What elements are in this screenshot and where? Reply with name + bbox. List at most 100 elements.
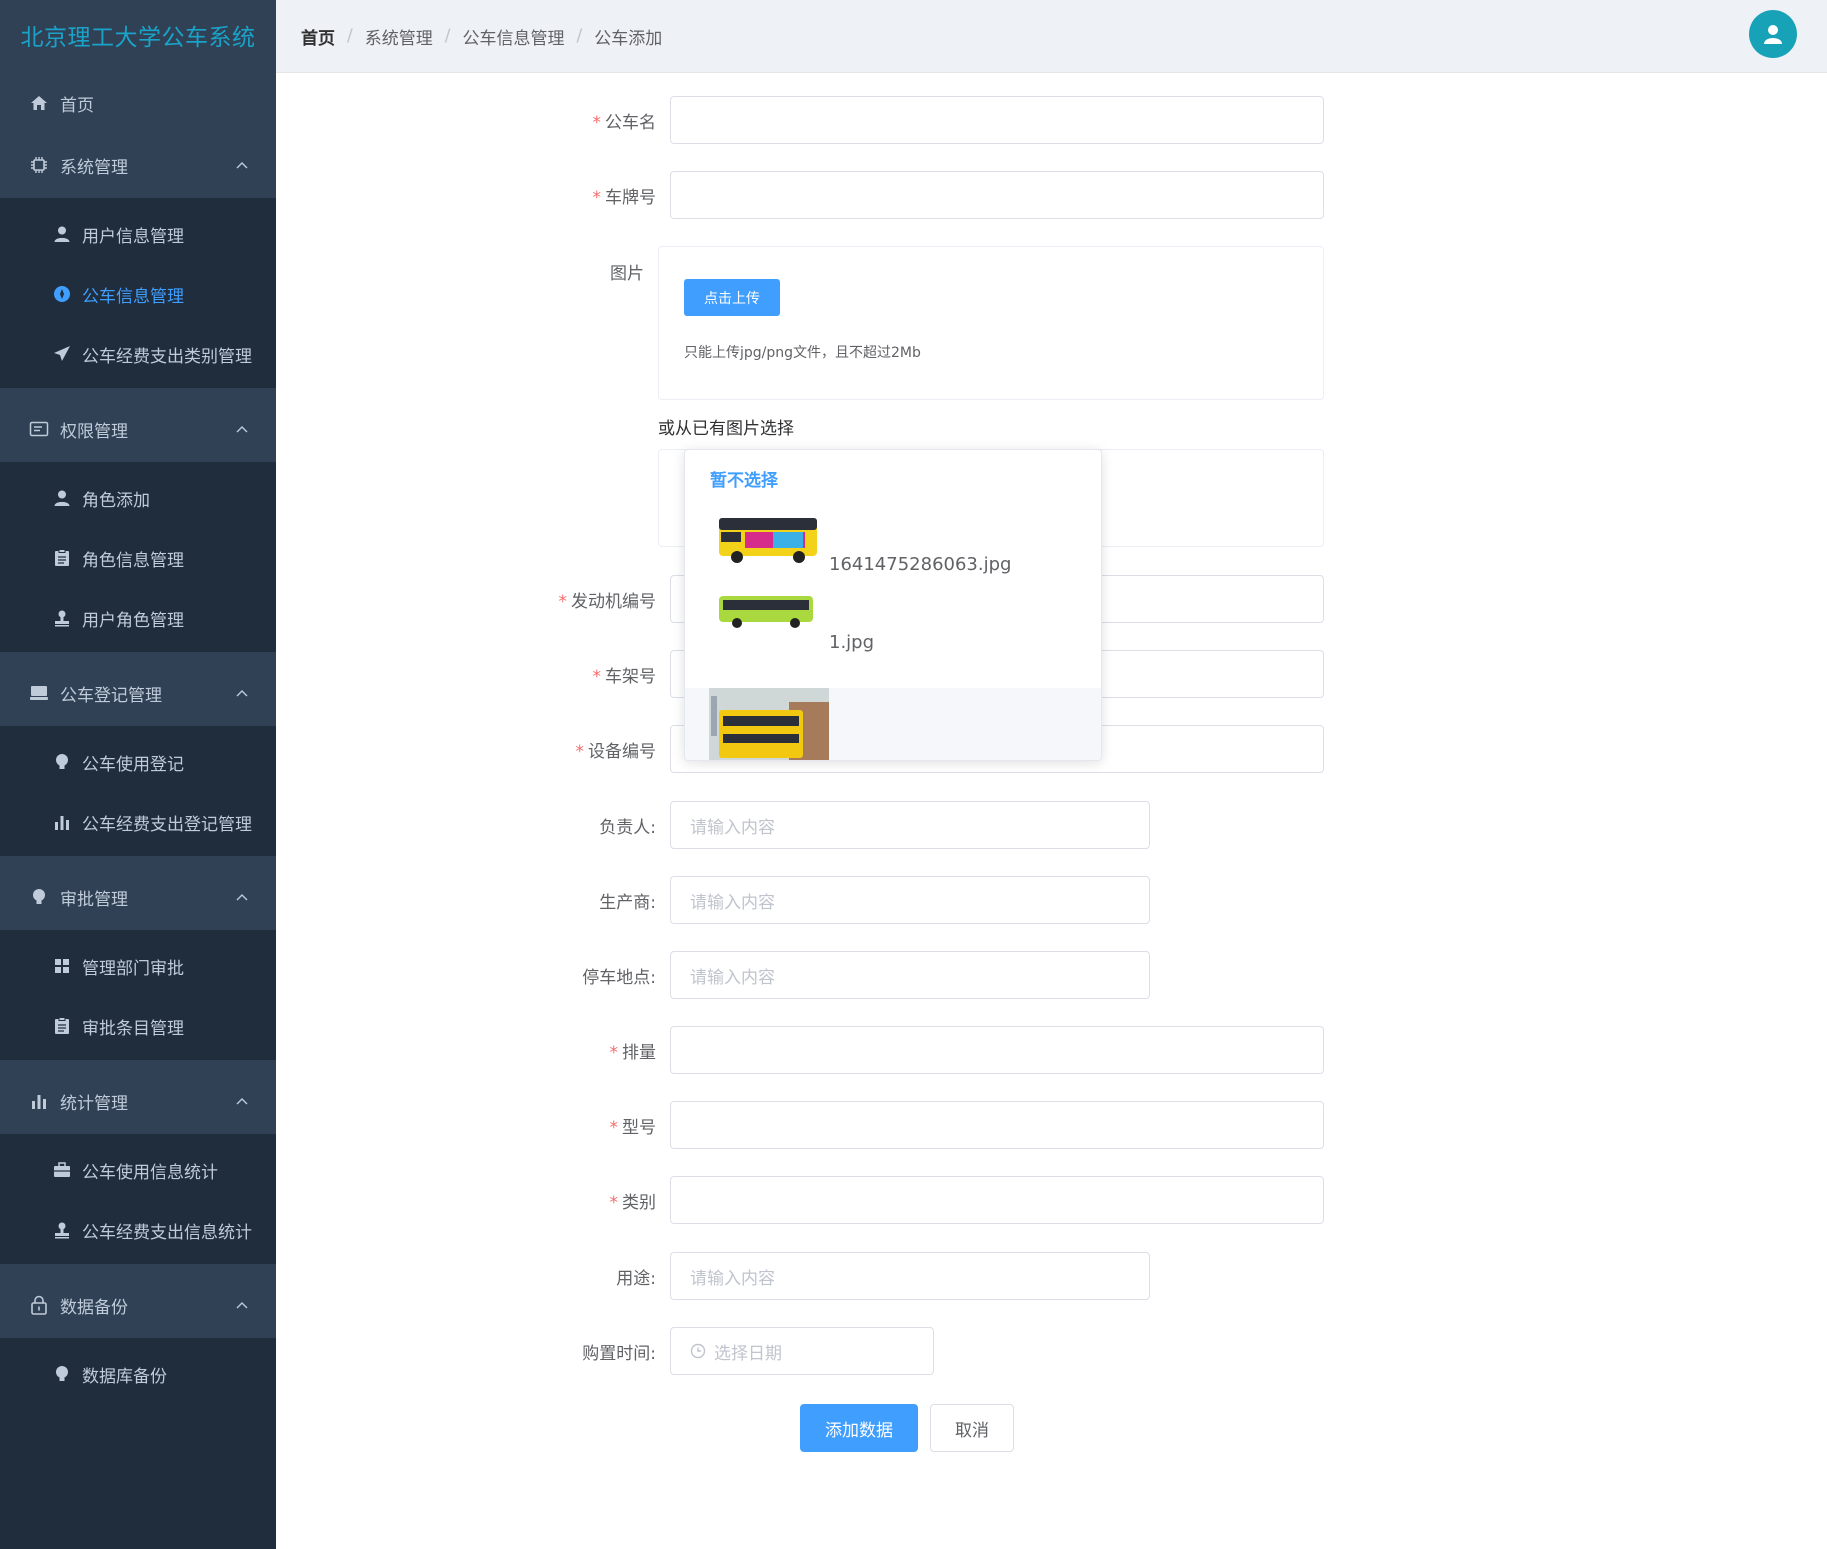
sidebar: 北京理工大学公车系统 首页 系统管理 用户信息管理 公车信息管理 公车经费支出类… — [0, 0, 276, 1549]
category-input[interactable] — [670, 1176, 1324, 1224]
sidebar-item-label: 审批条目管理 — [82, 1018, 184, 1039]
sidebar-item-label: 角色信息管理 — [82, 550, 184, 571]
user-icon — [52, 488, 72, 508]
stamp-icon — [52, 1220, 72, 1240]
sidebar-item-label: 角色添加 — [82, 490, 150, 511]
breadcrumb-separator: / — [347, 26, 353, 46]
device-label: * 设备编号 — [575, 742, 657, 762]
avatar[interactable] — [1749, 10, 1797, 58]
model-input[interactable] — [670, 1101, 1324, 1149]
sidebar-group-permission[interactable]: 权限管理 — [0, 396, 276, 462]
stamp-icon — [52, 608, 72, 628]
owner-input[interactable]: 请输入内容 — [670, 801, 1150, 849]
purchase-date-picker[interactable]: 选择日期 — [670, 1327, 934, 1375]
sidebar-item-label: 公车使用信息统计 — [82, 1162, 218, 1183]
grid-icon — [52, 956, 72, 976]
engine-label: * 发动机编号 — [558, 592, 657, 612]
image-option[interactable] — [685, 688, 1101, 760]
sidebar-item-label: 管理部门审批 — [82, 958, 184, 979]
maker-label: 生产商: — [599, 893, 656, 913]
parking-label: 停车地点: — [582, 968, 656, 988]
tickets-icon — [28, 418, 50, 440]
compass-icon — [52, 284, 72, 304]
image-option-name: 1641475286063.jpg — [829, 554, 1012, 575]
sidebar-item-role-add[interactable]: 角色添加 — [0, 468, 276, 528]
sidebar-group-statistics[interactable]: 统计管理 — [0, 1068, 276, 1134]
image-option[interactable]: 1641475286063.jpg — [685, 504, 1101, 584]
displacement-input[interactable] — [670, 1026, 1324, 1074]
user-icon — [52, 224, 72, 244]
sidebar-item-label: 用户角色管理 — [82, 610, 184, 631]
top-header: 首页 / 系统管理 / 公车信息管理 / 公车添加 — [276, 0, 1827, 73]
sidebar-group-label: 系统管理 — [60, 157, 128, 178]
sidebar-item-bus-info[interactable]: 公车信息管理 — [0, 264, 276, 324]
clipboard-icon — [52, 1016, 72, 1036]
pick-existing-label: 或从已有图片选择 — [658, 419, 794, 439]
date-placeholder: 选择日期 — [714, 1343, 782, 1364]
sidebar-item-label: 公车使用登记 — [82, 754, 184, 775]
option-none[interactable]: 暂不选择 — [710, 466, 778, 491]
sidebar-item-dept-approval[interactable]: 管理部门审批 — [0, 936, 276, 996]
monitor-icon — [28, 682, 50, 704]
breadcrumb-separator: / — [444, 26, 451, 46]
bar-chart-icon — [28, 1090, 50, 1112]
usage-input[interactable]: 请输入内容 — [670, 1252, 1150, 1300]
sidebar-item-label: 公车经费支出登记管理 — [82, 814, 252, 835]
sidebar-item-home[interactable]: 首页 — [0, 70, 276, 136]
breadcrumb-item[interactable]: 首页 — [301, 24, 335, 49]
sidebar-item-bus-usage-register[interactable]: 公车使用登记 — [0, 732, 276, 792]
owner-label: 负责人: — [599, 818, 656, 838]
app-logo-title[interactable]: 北京理工大学公车系统 — [0, 0, 276, 70]
sidebar-group-system[interactable]: 系统管理 — [0, 132, 276, 198]
sidebar-item-label: 首页 — [60, 95, 94, 116]
image-option[interactable]: 1.jpg — [685, 590, 1101, 660]
home-icon — [28, 92, 50, 114]
sidebar-item-expense-category[interactable]: 公车经费支出类别管理 — [0, 324, 276, 384]
bus-thumbnail — [709, 688, 829, 760]
sidebar-item-user-info[interactable]: 用户信息管理 — [0, 204, 276, 264]
sidebar-item-db-backup[interactable]: 数据库备份 — [0, 1344, 276, 1404]
bar-chart-icon — [52, 812, 72, 832]
bus-thumbnail — [719, 596, 813, 628]
sidebar-item-expense-register[interactable]: 公车经费支出登记管理 — [0, 792, 276, 852]
lock-icon — [28, 1294, 50, 1316]
upload-button[interactable]: 点击上传 — [684, 279, 780, 316]
sidebar-item-role-info[interactable]: 角色信息管理 — [0, 528, 276, 588]
submit-button[interactable]: 添加数据 — [800, 1404, 918, 1452]
plate-number-input[interactable] — [670, 171, 1324, 219]
model-label: * 型号 — [609, 1118, 657, 1138]
sidebar-group-label: 审批管理 — [60, 889, 128, 910]
sidebar-group-label: 数据备份 — [60, 1297, 128, 1318]
bulb-icon — [28, 886, 50, 908]
upload-area: 点击上传 只能上传jpg/png文件，且不超过2Mb — [658, 246, 1324, 400]
cancel-button[interactable]: 取消 — [930, 1404, 1014, 1452]
sidebar-group-registration[interactable]: 公车登记管理 — [0, 660, 276, 726]
bus-thumbnail — [719, 518, 817, 563]
sidebar-item-user-role[interactable]: 用户角色管理 — [0, 588, 276, 648]
sidebar-item-label: 数据库备份 — [82, 1366, 167, 1387]
upload-tip: 只能上传jpg/png文件，且不超过2Mb — [684, 345, 921, 361]
cpu-icon — [28, 154, 50, 176]
clock-icon — [690, 1343, 706, 1359]
sidebar-item-label: 用户信息管理 — [82, 226, 184, 247]
send-icon — [52, 344, 72, 364]
chevron-up-icon — [234, 157, 250, 173]
maker-input[interactable]: 请输入内容 — [670, 876, 1150, 924]
bus-name-input[interactable] — [670, 96, 1324, 144]
parking-input[interactable]: 请输入内容 — [670, 951, 1150, 999]
sidebar-item-expense-stats[interactable]: 公车经费支出信息统计 — [0, 1200, 276, 1260]
sidebar-item-label: 公车信息管理 — [82, 286, 184, 307]
bulb-icon — [52, 1364, 72, 1384]
sidebar-item-approval-items[interactable]: 审批条目管理 — [0, 996, 276, 1056]
breadcrumb-item: 公车添加 — [594, 28, 663, 49]
sidebar-item-usage-stats[interactable]: 公车使用信息统计 — [0, 1140, 276, 1200]
chevron-up-icon — [234, 1297, 250, 1313]
image-label: 图片 — [610, 264, 644, 284]
sidebar-item-label: 公车经费支出信息统计 — [82, 1222, 252, 1243]
user-avatar-icon — [1764, 25, 1782, 44]
sidebar-group-label: 权限管理 — [60, 421, 128, 442]
bulb-icon — [52, 752, 72, 772]
sidebar-group-approval[interactable]: 审批管理 — [0, 864, 276, 930]
sidebar-group-backup[interactable]: 数据备份 — [0, 1272, 276, 1338]
image-dropdown: 暂不选择 1641475286063.jpg 1.jpg — [684, 449, 1102, 761]
